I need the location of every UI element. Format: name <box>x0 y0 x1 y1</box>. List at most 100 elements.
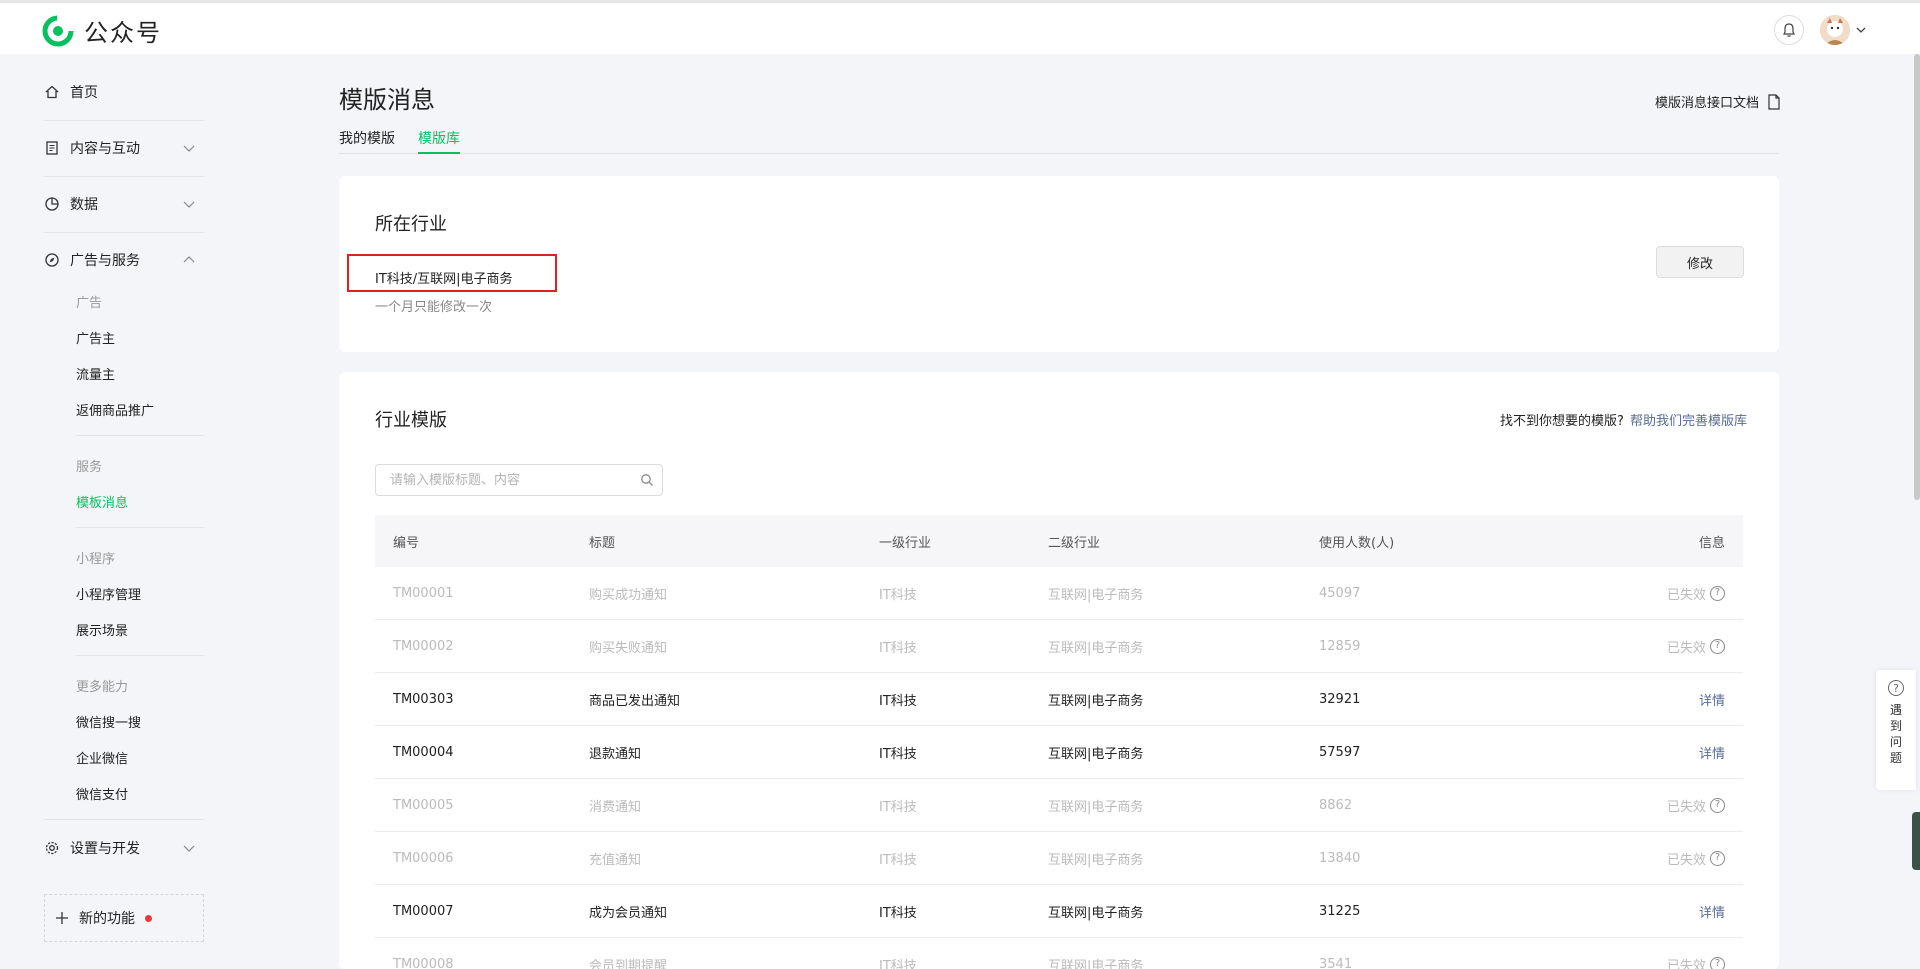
detail-link[interactable]: 详情 <box>1699 743 1725 762</box>
cell-title: 购买成功通知 <box>589 587 668 603</box>
notification-button[interactable] <box>1774 15 1804 45</box>
status-expired: 已失效 <box>1666 852 1706 868</box>
cell-info: 已失效 ? <box>1667 779 1725 831</box>
new-feature-label: 新的功能 <box>79 911 135 927</box>
detail-link[interactable]: 详情 <box>1699 690 1725 709</box>
cell-info: 已失效 ? <box>1667 567 1725 619</box>
cell-industry-1: IT科技 <box>879 852 917 868</box>
help-widget-label: 遇到问题 <box>1889 703 1902 765</box>
help-text: 找不到你想要的模版? <box>1500 414 1624 429</box>
cell-users: 32921 <box>1319 691 1361 707</box>
sidebar-item-miniprogram-manage[interactable]: 小程序管理 <box>76 584 141 603</box>
sidebar-group-miniprogram: 小程序 <box>76 552 116 567</box>
help-widget[interactable]: ? 遇到问题 <box>1876 670 1916 790</box>
divider <box>44 176 204 177</box>
cell-title: 充值通知 <box>589 852 642 868</box>
cell-industry-1: IT科技 <box>879 799 917 815</box>
detail-link[interactable]: 详情 <box>1699 902 1725 921</box>
cell-users: 3541 <box>1319 956 1353 969</box>
question-icon: ? <box>1888 680 1904 696</box>
document-icon <box>46 141 58 155</box>
sidebar-group-ads: 广告 <box>76 296 103 311</box>
api-doc-link-label: 模版消息接口文档 <box>1655 96 1760 111</box>
template-table: 编号 标题 一级行业 二级行业 使用人数(人) 信息 TM00001 购买成功通… <box>375 515 1743 969</box>
brand-name: 公众号 <box>84 19 162 47</box>
cell-users: 12859 <box>1319 638 1361 654</box>
cell-users: 57597 <box>1319 744 1361 760</box>
sidebar-item-traffic-owner[interactable]: 流量主 <box>76 364 115 383</box>
sidebar-item-data[interactable]: 数据 <box>44 184 204 224</box>
chevron-down-icon[interactable] <box>1854 23 1868 37</box>
search-input[interactable] <box>376 465 626 495</box>
table-row: TM00007 成为会员通知 IT科技 互联网|电子商务 31225 详情 <box>375 885 1743 938</box>
question-icon[interactable]: ? <box>1710 797 1725 813</box>
gear-icon <box>45 841 59 855</box>
tab-bar: 我的模版 模版库 <box>339 128 1779 154</box>
plus-icon <box>56 912 68 924</box>
sidebar-item-label: 内容与互动 <box>70 141 140 157</box>
cell-title: 购买失败通知 <box>589 640 668 656</box>
scrollbar[interactable] <box>1914 54 1920 500</box>
sidebar-item-advertiser[interactable]: 广告主 <box>76 328 115 347</box>
avatar[interactable] <box>1820 15 1850 45</box>
question-icon[interactable]: ? <box>1710 850 1725 866</box>
tab-template-library[interactable]: 模版库 <box>418 128 460 154</box>
divider <box>44 819 204 820</box>
sidebar-item-wecom[interactable]: 企业微信 <box>76 748 128 767</box>
cell-title: 会员到期提醒 <box>589 958 668 969</box>
tab-my-templates[interactable]: 我的模版 <box>339 128 395 154</box>
sidebar-item-label: 首页 <box>70 85 98 101</box>
notification-dot <box>145 914 152 922</box>
new-feature-button[interactable]: 新的功能 <box>44 894 204 942</box>
industry-note: 一个月只能修改一次 <box>375 300 493 315</box>
chevron-down-icon <box>183 201 195 208</box>
cell-title: 商品已发出通知 <box>589 693 681 709</box>
divider <box>76 435 204 436</box>
sidebar-item-display-scene[interactable]: 展示场景 <box>76 620 128 639</box>
brand-logo[interactable]: 公众号 <box>42 13 162 48</box>
wechat-official-logo-icon <box>42 15 74 46</box>
sidebar-item-settings[interactable]: 设置与开发 <box>44 828 204 868</box>
cell-title: 成为会员通知 <box>589 905 668 921</box>
top-bar: 公众号 <box>0 0 1920 54</box>
sidebar-item-wechat-search[interactable]: 微信搜一搜 <box>76 712 141 731</box>
sidebar-item-commission-promo[interactable]: 返佣商品推广 <box>76 400 154 419</box>
question-icon[interactable]: ? <box>1710 638 1725 654</box>
status-expired: 已失效 <box>1666 799 1706 815</box>
search-icon[interactable] <box>640 473 654 487</box>
api-doc-link[interactable]: 模版消息接口文档 <box>1655 92 1781 111</box>
cell-industry-2: 互联网|电子商务 <box>1048 852 1144 868</box>
sidebar-item-template-message[interactable]: 模板消息 <box>76 492 128 511</box>
column-header-industry-1: 一级行业 <box>879 535 932 551</box>
sidebar-item-wechat-pay[interactable]: 微信支付 <box>76 784 128 803</box>
sidebar-item-label: 广告与服务 <box>70 253 140 269</box>
table-row: TM00303 商品已发出通知 IT科技 互联网|电子商务 32921 详情 <box>375 673 1743 726</box>
cell-industry-2: 互联网|电子商务 <box>1048 958 1144 969</box>
templates-title: 行业模版 <box>375 410 447 431</box>
cell-industry-1: IT科技 <box>879 640 917 656</box>
home-icon <box>45 85 59 99</box>
cell-industry-2: 互联网|电子商务 <box>1048 905 1144 921</box>
improve-library-link[interactable]: 帮助我们完善模版库 <box>1630 410 1747 429</box>
chevron-up-icon <box>183 256 195 263</box>
page-title: 模版消息 <box>339 86 435 114</box>
status-expired: 已失效 <box>1666 640 1706 656</box>
edit-industry-button[interactable]: 修改 <box>1656 246 1744 278</box>
sidebar-item-ads-services[interactable]: 广告与服务 <box>44 240 204 280</box>
table-row: TM00001 购买成功通知 IT科技 互联网|电子商务 45097 已失效 ? <box>375 567 1743 620</box>
table-row: TM00005 消费通知 IT科技 互联网|电子商务 8862 已失效 ? <box>375 779 1743 832</box>
question-icon[interactable]: ? <box>1710 585 1725 601</box>
industry-value: IT科技/互联网|电子商务 <box>375 272 513 287</box>
question-icon[interactable]: ? <box>1710 956 1725 969</box>
side-panel-handle[interactable] <box>1912 812 1920 870</box>
sidebar-group-more: 更多能力 <box>76 680 129 695</box>
sidebar-item-content[interactable]: 内容与互动 <box>44 128 204 168</box>
cell-title: 消费通知 <box>589 799 642 815</box>
cell-id: TM00303 <box>393 691 454 707</box>
table-header: 编号 标题 一级行业 二级行业 使用人数(人) 信息 <box>375 515 1743 567</box>
cell-id: TM00008 <box>393 956 454 969</box>
table-row: TM00006 充值通知 IT科技 互联网|电子商务 13840 已失效 ? <box>375 832 1743 885</box>
cell-industry-2: 互联网|电子商务 <box>1048 799 1144 815</box>
sidebar-item-home[interactable]: 首页 <box>44 72 204 112</box>
cell-info: 详情 <box>1699 885 1725 937</box>
